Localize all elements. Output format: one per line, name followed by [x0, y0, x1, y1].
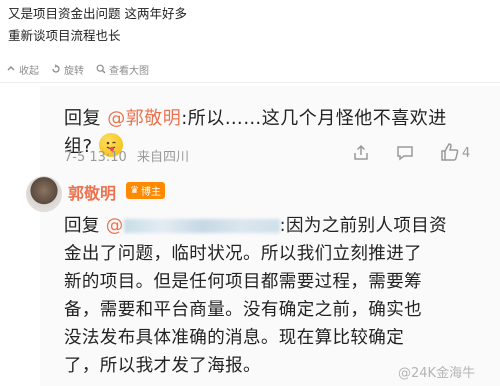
view-large-label: 查看大图: [109, 65, 149, 77]
blogger-badge-label: 博主: [140, 187, 161, 198]
magnify-icon: [96, 64, 106, 74]
reply2-line5: 没法发布具体准确的消息。现在算比较确定: [64, 328, 405, 348]
reply1-line1: 回复 @郭敬明:所以……这几个月怪他不喜欢进: [64, 104, 447, 130]
toolbar-divider: [0, 82, 500, 83]
like-count: 4: [462, 146, 471, 161]
rotate-icon: [52, 64, 60, 73]
rotate-button[interactable]: 旋转: [51, 62, 84, 77]
crown-icon: ♛: [130, 185, 139, 196]
blogger-badge: ♛ 博主: [126, 182, 165, 199]
reply1-mention[interactable]: @郭敬明: [107, 108, 181, 129]
rotate-label: 旋转: [64, 65, 84, 77]
share-icon[interactable]: [352, 144, 370, 166]
blurred-mention: [123, 219, 280, 233]
view-large-button[interactable]: 查看大图: [96, 62, 149, 77]
reply1-prefix: 回复: [64, 108, 108, 129]
reply2-prefix: 回复: [64, 216, 106, 236]
avatar[interactable]: [26, 176, 62, 212]
reply2-username[interactable]: 郭敬明: [68, 180, 116, 204]
collapse-icon: [7, 66, 15, 71]
image-toolbar: 收起 旋转 查看大图: [6, 60, 206, 78]
like-icon[interactable]: [440, 142, 460, 166]
reply2-line6: 了，所以我才发了海报。: [64, 356, 261, 376]
reply2-line1: 回复 @ :因为之前别人项目资: [64, 212, 447, 237]
reply2-line4: 备，需要和平台商量。没有确定之前，确实也: [64, 300, 422, 320]
reply2-line3: 新的项目。但是任何项目都需要过程，需要筹: [64, 272, 422, 292]
reply2-line1-text: :因为之前别人项目资: [279, 216, 448, 236]
reply1-time: 7-5 13:10: [64, 150, 127, 165]
post-text-line-1: 又是项目资金出问题 这两年好多: [8, 6, 187, 21]
post-text-line-2: 重新谈项目流程也长: [8, 28, 121, 43]
reply2-line2: 金出了问题，临时状况。所以我们立刻推进了: [64, 244, 422, 264]
reply2-mention-at[interactable]: @: [106, 216, 124, 236]
watermark: @24K金海牛: [398, 366, 476, 381]
comment-icon[interactable]: [396, 144, 414, 166]
collapse-button[interactable]: 收起: [6, 62, 39, 77]
collapse-label: 收起: [19, 65, 39, 77]
reply1-location: 来自四川: [136, 150, 189, 165]
reply1-meta: 7-5 13:10 来自四川: [64, 146, 189, 165]
reply1-text-line1: :所以……这几个月怪他不喜欢进: [181, 108, 447, 129]
